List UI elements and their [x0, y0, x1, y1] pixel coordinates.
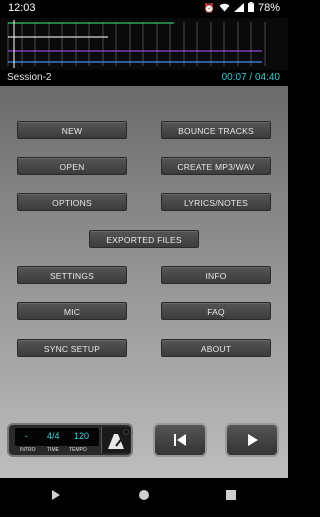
transport-display[interactable]: - 4/4 120 INTRO TIME TEMPO — [7, 423, 133, 457]
back-icon — [52, 490, 60, 500]
intro-label: INTRO — [20, 447, 36, 453]
faq-button[interactable]: FAQ — [161, 302, 271, 320]
battery-icon — [247, 2, 254, 14]
create-mp3-wav-button[interactable]: CREATE MP3/WAV — [161, 157, 271, 175]
lcd-labels: INTRO TIME TEMPO — [15, 447, 99, 455]
lyrics-notes-button[interactable]: LYRICS/NOTES — [161, 193, 271, 211]
exported-files-button[interactable]: EXPORTED FILES — [89, 230, 199, 248]
session-bar: Session-2 00:07 / 04:40 — [0, 70, 288, 86]
battery-percent: 78% — [257, 2, 280, 14]
info-button[interactable]: INFO — [161, 266, 271, 284]
about-button[interactable]: ABOUT — [161, 339, 271, 357]
session-name: Session-2 — [7, 72, 52, 83]
recents-icon — [226, 490, 236, 500]
time-signature: 4/4 — [47, 431, 60, 441]
wifi-icon — [219, 3, 230, 14]
skip-back-icon — [174, 434, 186, 446]
settings-button[interactable]: SETTINGS — [17, 266, 127, 284]
sync-setup-button[interactable]: SYNC SETUP — [17, 339, 127, 357]
rewind-button[interactable] — [153, 423, 207, 457]
status-bar: 12:03 ⏰ 78% — [0, 0, 288, 18]
track-timeline[interactable] — [0, 18, 288, 70]
lcd-readout: - 4/4 120 — [15, 428, 99, 446]
alarm-icon: ⏰ — [203, 2, 215, 13]
options-button[interactable]: OPTIONS — [17, 193, 127, 211]
home-icon — [139, 490, 149, 500]
metronome-icon — [108, 429, 129, 449]
play-icon — [248, 434, 258, 446]
intro-value: - — [25, 431, 28, 441]
playback-position: 00:07 / 04:40 — [221, 72, 280, 83]
status-icons: ⏰ 78% — [204, 2, 280, 14]
tempo-value: 120 — [74, 431, 90, 441]
track-lines — [7, 20, 266, 68]
navigation-bar — [0, 478, 288, 512]
new-button[interactable]: NEW — [17, 121, 127, 139]
open-button[interactable]: OPEN — [17, 157, 127, 175]
tempo-label: TEMPO — [69, 447, 87, 453]
status-time: 12:03 — [8, 2, 36, 14]
play-button[interactable] — [225, 423, 279, 457]
metronome-button[interactable] — [101, 427, 130, 453]
mic-button[interactable]: MIC — [17, 302, 127, 320]
signal-icon — [233, 2, 244, 14]
time-label: TIME — [47, 447, 59, 453]
nav-icons — [52, 490, 236, 500]
bounce-tracks-button[interactable]: BOUNCE TRACKS — [161, 121, 271, 139]
